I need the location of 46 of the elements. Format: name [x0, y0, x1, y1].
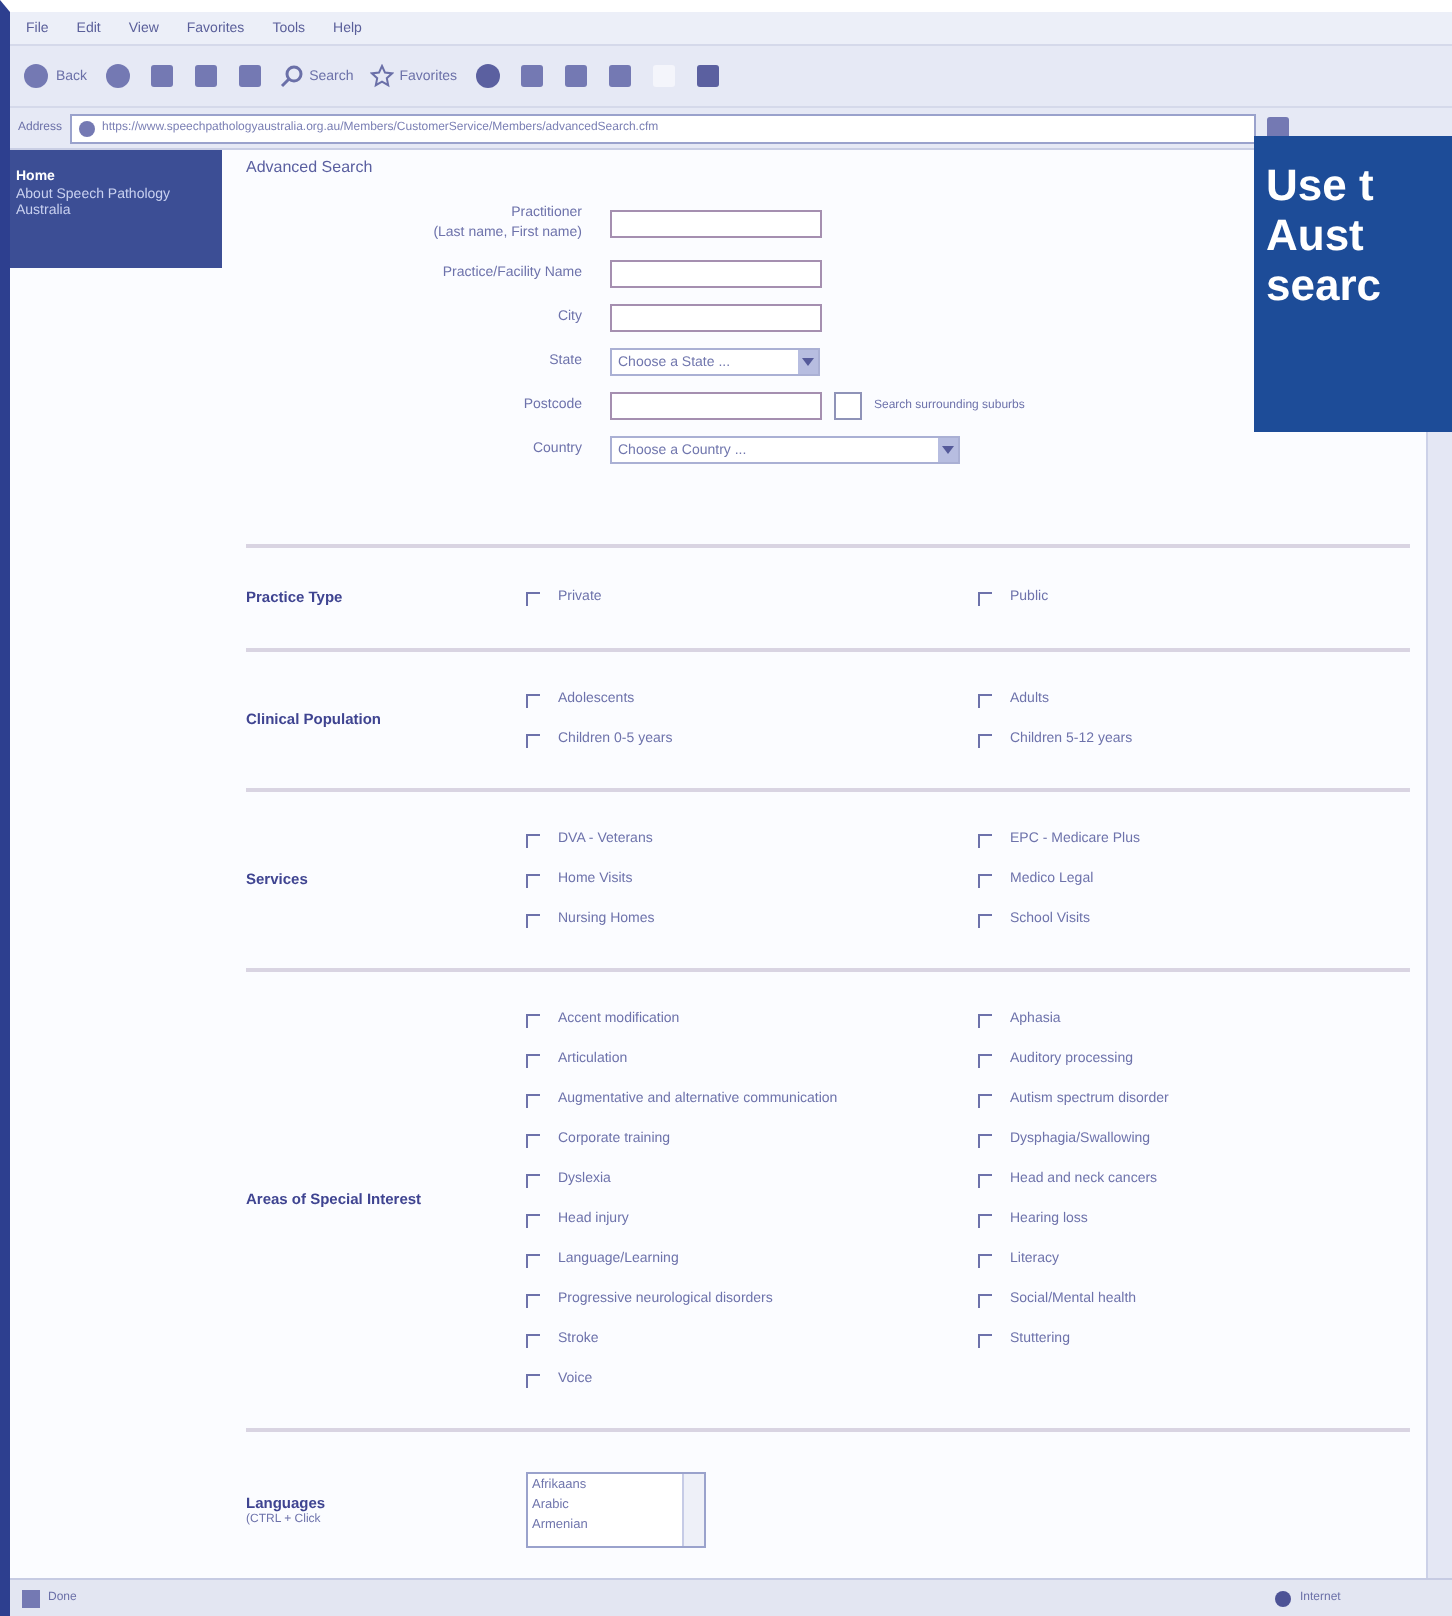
callout-text: Use t	[1266, 160, 1376, 210]
checkbox[interactable]	[978, 733, 992, 747]
checkbox[interactable]	[978, 913, 992, 927]
checkbox[interactable]	[978, 1293, 992, 1307]
scrollbar[interactable]	[1426, 430, 1452, 1578]
checkbox[interactable]	[526, 693, 540, 707]
checkbox[interactable]	[526, 1133, 540, 1147]
checkbox[interactable]	[526, 1253, 540, 1267]
checkbox[interactable]	[978, 1213, 992, 1227]
checkbox[interactable]	[526, 1093, 540, 1107]
dropdown-arrow-icon	[942, 446, 954, 454]
checkbox[interactable]	[526, 1213, 540, 1227]
checkbox[interactable]	[978, 1133, 992, 1147]
checkbox[interactable]	[978, 693, 992, 707]
checkbox[interactable]	[526, 833, 540, 847]
checkbox[interactable]	[834, 392, 862, 420]
checkbox[interactable]	[526, 1333, 540, 1347]
checkbox[interactable]	[526, 1053, 540, 1067]
text-field[interactable]	[610, 210, 822, 238]
checkbox[interactable]	[978, 1333, 992, 1347]
checkbox[interactable]	[526, 913, 540, 927]
search-icon	[279, 64, 304, 88]
text-field[interactable]	[610, 392, 822, 420]
checkbox[interactable]	[978, 873, 992, 887]
checkbox[interactable]	[526, 591, 540, 605]
scrollbar[interactable]	[682, 1474, 704, 1546]
checkbox[interactable]	[526, 1013, 540, 1027]
text-field[interactable]	[610, 304, 822, 332]
checkbox[interactable]	[978, 1013, 992, 1027]
callout-text: Aust	[1266, 210, 1366, 260]
star-icon	[369, 64, 394, 88]
checkbox[interactable]	[526, 1293, 540, 1307]
callout-text: searc	[1266, 260, 1384, 310]
checkbox[interactable]	[978, 1253, 992, 1267]
checkbox[interactable]	[978, 1053, 992, 1067]
checkbox[interactable]	[526, 873, 540, 887]
checkbox[interactable]	[526, 733, 540, 747]
checkbox[interactable]	[978, 833, 992, 847]
checkbox[interactable]	[526, 1373, 540, 1387]
checkbox[interactable]	[978, 591, 992, 605]
text-field[interactable]	[610, 260, 822, 288]
dropdown-arrow-icon	[802, 358, 814, 366]
checkbox[interactable]	[978, 1093, 992, 1107]
checkbox[interactable]	[526, 1173, 540, 1187]
page-title: Advanced Search	[246, 158, 375, 176]
checkbox[interactable]	[978, 1173, 992, 1187]
